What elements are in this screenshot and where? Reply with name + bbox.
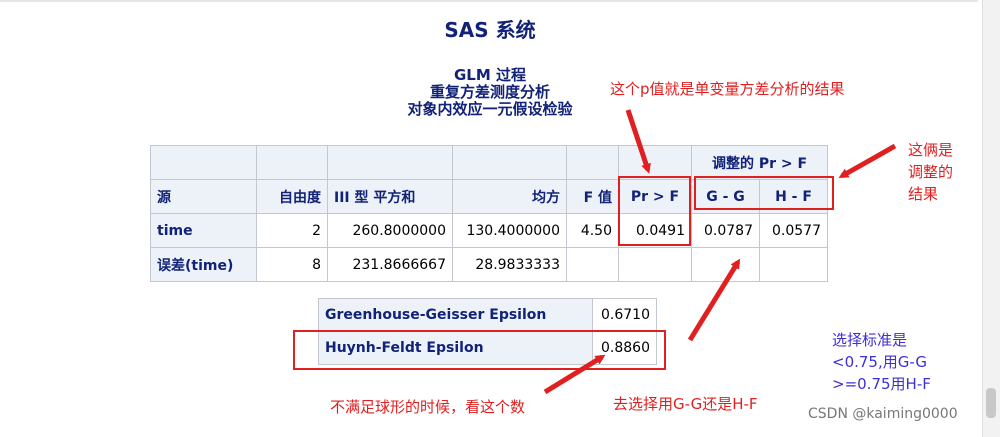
header-blank [150, 145, 257, 180]
col-header-source: 源 [150, 179, 257, 214]
table-row: Greenhouse-Geisser Epsilon 0.6710 [318, 298, 657, 332]
header-blank [256, 145, 328, 180]
header-blank [566, 145, 619, 180]
watermark: CSDN @kaiming0000 [808, 406, 958, 422]
report-title: SAS 系统 [444, 18, 536, 42]
vertical-scrollbar[interactable] [982, 0, 1000, 437]
cell-gg [691, 247, 760, 282]
cell-ms: 130.4000000 [452, 213, 567, 248]
adjusted-note: 这俩是 调整的 结果 [908, 139, 953, 205]
criteria-note-line: 选择标准是 [832, 331, 908, 349]
col-header-df: 自由度 [256, 179, 328, 214]
epsilon-label: Greenhouse-Geisser Epsilon [318, 298, 593, 332]
header-blank [452, 145, 567, 180]
cell-df: 8 [256, 247, 328, 282]
choose-note: 去选择用G-G还是H-F [613, 395, 758, 413]
cell-df: 2 [256, 213, 328, 248]
cell-ss: 231.8666667 [327, 247, 453, 282]
criteria-note: 选择标准是 <0.75,用G-G >=0.75用H-F [832, 329, 931, 395]
hf-epsilon-highlight-box [293, 330, 666, 370]
p-value-note: 这个p值就是单变量方差分析的结果 [610, 80, 845, 98]
col-header-ss: III 型 平方和 [327, 179, 453, 214]
top-border [0, 0, 978, 2]
table-row: 误差(time) 8 231.8666667 28.9833333 [150, 247, 828, 282]
sphericity-note: 不满足球形的时候，看这个数 [330, 398, 526, 416]
cell-f: 4.50 [566, 213, 619, 248]
cell-pr [618, 247, 692, 282]
pr-highlight-box [618, 176, 691, 246]
criteria-note-line: <0.75,用G-G [832, 353, 927, 371]
adjusted-pr-header: 调整的 Pr > F [691, 145, 828, 180]
epsilon-value: 0.6710 [592, 298, 657, 332]
anova-table: 调整的 Pr > F 源 自由度 III 型 平方和 均方 F 值 Pr > F… [150, 145, 828, 282]
header-blank [327, 145, 453, 180]
test-subtitle: 对象内效应一元假设检验 [407, 100, 573, 118]
cell-hf: 0.0577 [759, 213, 828, 248]
cell-hf [759, 247, 828, 282]
scrollbar-thumb[interactable] [986, 388, 996, 418]
row-source: 误差(time) [150, 247, 257, 282]
col-header-ms: 均方 [452, 179, 567, 214]
row-source: time [150, 213, 257, 248]
adjusted-note-line: 结果 [908, 185, 939, 203]
adjusted-note-line: 这俩是 [908, 141, 954, 159]
adjusted-note-line: 调整的 [908, 163, 954, 181]
gg-hf-highlight-box [694, 176, 834, 210]
cell-ss: 260.8000000 [327, 213, 453, 248]
header-blank [618, 145, 692, 180]
table-row: time 2 260.8000000 130.4000000 4.50 0.04… [150, 213, 828, 248]
criteria-note-line: >=0.75用H-F [832, 375, 931, 393]
arrow-to-adjusted [838, 143, 897, 179]
cell-f [566, 247, 619, 282]
cell-gg: 0.0787 [691, 213, 760, 248]
col-header-f: F 值 [566, 179, 619, 214]
cell-ms: 28.9833333 [452, 247, 567, 282]
